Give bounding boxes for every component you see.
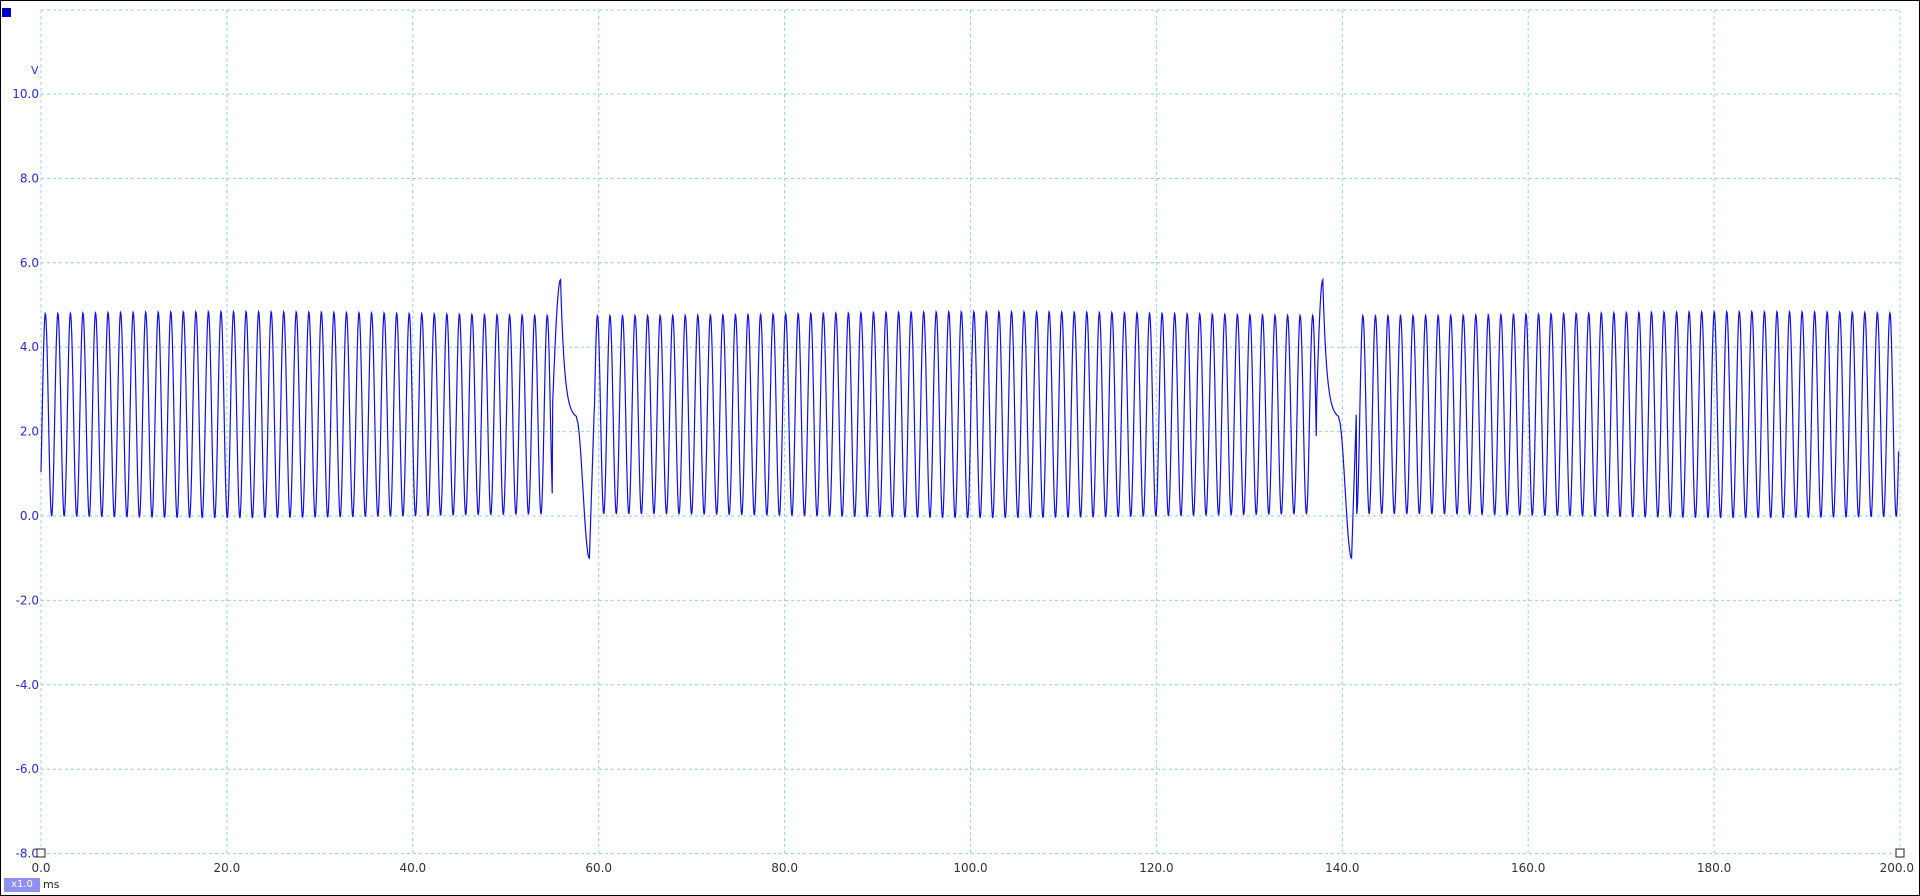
y-axis-unit: V: [31, 64, 39, 77]
y-tick-label: -6.0: [16, 762, 39, 776]
x-tick-label: 180.0: [1697, 861, 1731, 875]
x-tick-label: 160.0: [1511, 861, 1545, 875]
x-tick-label: 20.0: [214, 861, 241, 875]
x-axis: 0.0 20.0 40.0 60.0 80.0 100.0 120.0 140.0 160.0 1…: [31, 861, 1914, 875]
y-tick-label: -4.0: [16, 678, 39, 692]
x-tick-label: 100.0: [953, 861, 987, 875]
x-tick-label: 0.0: [31, 861, 50, 875]
x-tick-label: 140.0: [1325, 861, 1359, 875]
right-time-cursor[interactable]: [1895, 848, 1905, 858]
y-tick-label: 2.0: [20, 425, 39, 439]
oscilloscope-chart: V 10.0 8.0 6.0 4.0 2.0 0.0 -2.0 -4.0 -6.0 -8.0 0.…: [12, 9, 1914, 875]
y-tick-label: 4.0: [20, 340, 39, 354]
y-tick-label: 0.0: [20, 509, 39, 523]
x-tick-label: 60.0: [585, 861, 612, 875]
zoom-badge[interactable]: x1.0: [4, 878, 40, 892]
x-tick-label: 40.0: [399, 861, 426, 875]
x-axis-unit: ms: [43, 878, 60, 891]
y-axis: 10.0 8.0 6.0 4.0 2.0 0.0 -2.0 -4.0 -6.0 -8.0: [12, 87, 39, 861]
left-time-cursor[interactable]: [36, 848, 46, 858]
y-tick-label: 8.0: [20, 171, 39, 185]
x-tick-label: 80.0: [771, 861, 798, 875]
x-tick-label: 120.0: [1139, 861, 1173, 875]
y-tick-label: -2.0: [16, 593, 39, 607]
x-tick-label: 200.0: [1880, 861, 1914, 875]
y-tick-label: -8.0: [16, 847, 39, 861]
y-tick-label: 10.0: [12, 87, 39, 101]
y-tick-label: 6.0: [20, 256, 39, 270]
